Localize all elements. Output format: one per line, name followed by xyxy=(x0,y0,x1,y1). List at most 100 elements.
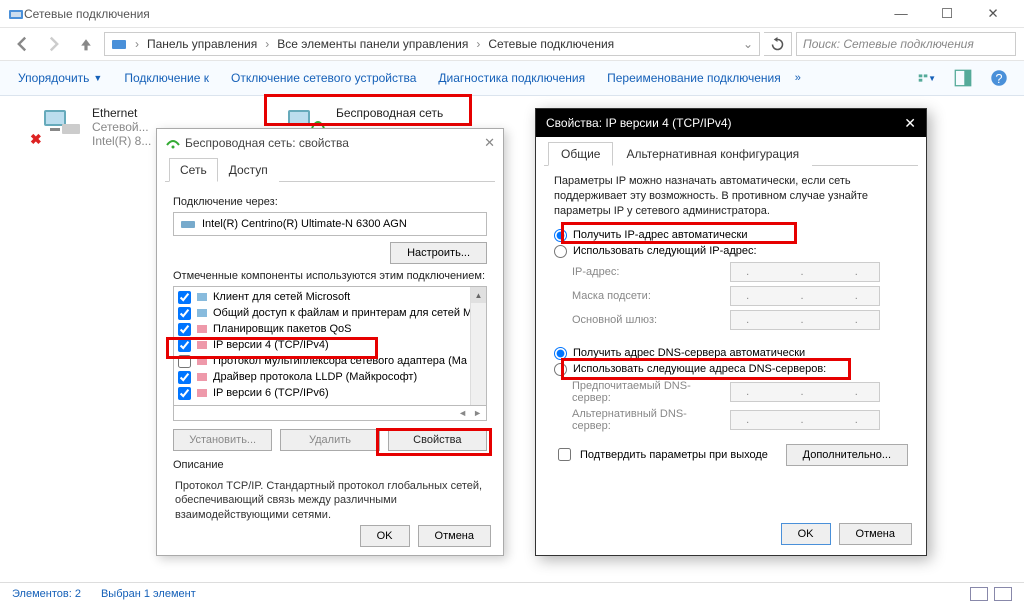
close-icon[interactable]: ✕ xyxy=(484,135,495,151)
dialog-titlebar: Беспроводная сеть: свойства ✕ xyxy=(157,129,503,157)
ok-button[interactable]: OK xyxy=(781,523,831,545)
tab-access[interactable]: Доступ xyxy=(218,158,279,182)
description-text: Протокол TCP/IP. Стандартный протокол гл… xyxy=(173,475,487,526)
minimize-button[interactable]: — xyxy=(878,0,924,28)
preview-pane-button[interactable] xyxy=(948,66,978,90)
install-button[interactable]: Установить... xyxy=(173,429,272,451)
wifi-name: Беспроводная сеть xyxy=(336,106,443,120)
ip-address-input xyxy=(730,262,880,282)
nav-forward-button[interactable] xyxy=(40,32,68,56)
scroll-up-icon[interactable]: ▲ xyxy=(471,287,486,303)
component-checkbox[interactable] xyxy=(178,307,191,320)
validate-checkbox[interactable] xyxy=(558,448,571,461)
validate-label: Подтвердить параметры при выходе xyxy=(580,449,768,461)
component-checkbox[interactable] xyxy=(178,291,191,304)
scroll-left-icon[interactable]: ◄ xyxy=(458,408,467,418)
ip-auto-radio[interactable]: Получить IP-адрес автоматически xyxy=(554,229,908,242)
description-label: Описание xyxy=(173,459,487,471)
status-selected: Выбран 1 элемент xyxy=(101,588,196,600)
app-icon xyxy=(8,6,24,22)
svg-text:?: ? xyxy=(995,71,1002,86)
connection-properties-dialog: Беспроводная сеть: свойства ✕ Сеть Досту… xyxy=(156,128,504,556)
cancel-button[interactable]: Отмена xyxy=(418,525,491,547)
view-details-icon[interactable] xyxy=(970,587,988,601)
disable-device-button[interactable]: Отключение сетевого устройства xyxy=(223,67,424,89)
component-item[interactable]: Протокол мультиплексора сетевого адаптер… xyxy=(176,353,484,369)
ethernet-connection[interactable]: ✖ Ethernet Сетевой... Intel(R) 8... xyxy=(40,106,151,148)
component-checkbox[interactable] xyxy=(178,339,191,352)
breadcrumb-item[interactable]: Панель управления xyxy=(147,37,257,51)
component-item[interactable]: Клиент для сетей Microsoft xyxy=(176,289,484,305)
tab-general[interactable]: Общие xyxy=(548,142,613,166)
tab-network[interactable]: Сеть xyxy=(169,158,218,182)
dialog-title: Беспроводная сеть: свойства xyxy=(185,136,349,150)
ok-button[interactable]: OK xyxy=(360,525,410,547)
help-button[interactable]: ? xyxy=(984,66,1014,90)
component-checkbox[interactable] xyxy=(178,355,191,368)
ip-manual-radio[interactable]: Использовать следующий IP-адрес: xyxy=(554,245,908,258)
chevron-down-icon[interactable]: ⌄ xyxy=(743,37,753,51)
dialog-title: Свойства: IP версии 4 (TCP/IPv4) xyxy=(546,116,732,130)
dns-manual-radio[interactable]: Использовать следующие адреса DNS-сервер… xyxy=(554,363,908,376)
adapter-field: Intel(R) Centrino(R) Ultimate-N 6300 AGN xyxy=(173,212,487,236)
folder-icon xyxy=(111,36,127,52)
remove-button[interactable]: Удалить xyxy=(280,429,379,451)
ethernet-name: Ethernet xyxy=(92,106,151,120)
subnet-mask-label: Маска подсети: xyxy=(572,290,722,302)
components-list[interactable]: Клиент для сетей Microsoft Общий доступ … xyxy=(173,286,487,406)
configure-button[interactable]: Настроить... xyxy=(390,242,487,264)
maximize-button[interactable]: ☐ xyxy=(924,0,970,28)
component-checkbox[interactable] xyxy=(178,371,191,384)
scrollbar[interactable]: ▲ xyxy=(470,287,486,405)
advanced-button[interactable]: Дополнительно... xyxy=(786,444,908,466)
component-checkbox[interactable] xyxy=(178,323,191,336)
breadcrumb-item[interactable]: Сетевые подключения xyxy=(488,37,614,51)
preferred-dns-label: Предпочитаемый DNS-сервер: xyxy=(572,380,722,404)
error-x-icon: ✖ xyxy=(30,131,42,148)
ethernet-icon: ✖ xyxy=(40,106,82,142)
dialog-titlebar: Свойства: IP версии 4 (TCP/IPv4) ✕ xyxy=(536,109,926,137)
window-title: Сетевые подключения xyxy=(24,7,878,21)
close-button[interactable]: ✕ xyxy=(970,0,1016,28)
connect-to-button[interactable]: Подключение к xyxy=(116,67,217,89)
breadcrumb-item[interactable]: Все элементы панели управления xyxy=(277,37,468,51)
cancel-button[interactable]: Отмена xyxy=(839,523,912,545)
properties-button[interactable]: Свойства xyxy=(388,429,487,451)
organize-button[interactable]: Упорядочить▼ xyxy=(10,67,110,89)
alternate-dns-input xyxy=(730,410,880,430)
gateway-input xyxy=(730,310,880,330)
component-item[interactable]: Общий доступ к файлам и принтерам для се… xyxy=(176,305,484,321)
component-item[interactable]: Драйвер протокола LLDP (Майкрософт) xyxy=(176,369,484,385)
overflow-icon[interactable]: » xyxy=(795,72,801,84)
ip-address-label: IP-адрес: xyxy=(572,266,722,278)
search-input[interactable]: Поиск: Сетевые подключения xyxy=(796,32,1016,56)
address-row: › Панель управления › Все элементы панел… xyxy=(0,28,1024,60)
connect-via-label: Подключение через: xyxy=(173,196,487,208)
refresh-button[interactable] xyxy=(764,32,792,56)
components-label: Отмеченные компоненты используются этим … xyxy=(173,270,487,282)
view-options-button[interactable]: ▼ xyxy=(912,66,942,90)
component-item[interactable]: Планировщик пакетов QoS xyxy=(176,321,484,337)
component-checkbox[interactable] xyxy=(178,387,191,400)
nav-back-button[interactable] xyxy=(8,32,36,56)
component-item[interactable]: IP версии 6 (TCP/IPv6) xyxy=(176,385,484,401)
window-titlebar: Сетевые подключения — ☐ ✕ xyxy=(0,0,1024,28)
alternate-dns-label: Альтернативный DNS-сервер: xyxy=(572,408,722,432)
diagnose-button[interactable]: Диагностика подключения xyxy=(430,67,593,89)
close-icon[interactable]: ✕ xyxy=(904,115,916,132)
nav-up-button[interactable] xyxy=(72,32,100,56)
ethernet-adapter: Intel(R) 8... xyxy=(92,134,151,148)
breadcrumb-bar[interactable]: › Панель управления › Все элементы панел… xyxy=(104,32,760,56)
scroll-right-icon[interactable]: ► xyxy=(473,408,482,418)
tab-alternative[interactable]: Альтернативная конфигурация xyxy=(613,142,812,166)
info-text: Параметры IP можно назначать автоматичес… xyxy=(554,174,908,219)
gateway-label: Основной шлюз: xyxy=(572,314,722,326)
wifi-small-icon xyxy=(165,135,181,151)
dns-auto-radio[interactable]: Получить адрес DNS-сервера автоматически xyxy=(554,347,908,360)
view-large-icon[interactable] xyxy=(994,587,1012,601)
status-item-count: Элементов: 2 xyxy=(12,588,81,600)
ipv4-properties-dialog: Свойства: IP версии 4 (TCP/IPv4) ✕ Общие… xyxy=(535,108,927,556)
component-item-ipv4[interactable]: IP версии 4 (TCP/IPv4) xyxy=(176,337,484,353)
rename-connection-button[interactable]: Переименование подключения xyxy=(599,67,789,89)
subnet-mask-input xyxy=(730,286,880,306)
